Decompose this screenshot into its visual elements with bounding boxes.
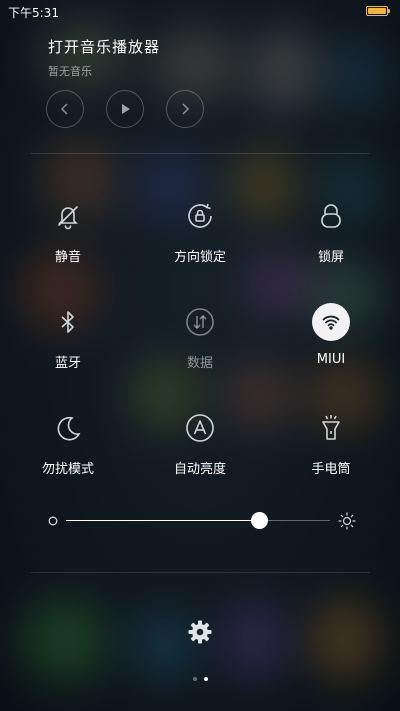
lock-icon [321, 204, 341, 228]
music-subtitle: 暂无音乐 [48, 65, 92, 78]
brightness-fill [66, 520, 259, 521]
toggle-auto-brightness[interactable]: 自动亮度 [145, 408, 255, 477]
battery-icon [366, 6, 390, 16]
next-icon [182, 103, 190, 115]
toggle-label: 自动亮度 [173, 462, 226, 477]
wifi-active-indicator [312, 303, 350, 341]
moon-icon [57, 416, 81, 441]
settings-button[interactable] [186, 618, 214, 646]
mobile-data-icon [186, 308, 214, 336]
music-widget[interactable]: 打开音乐播放器 暂无音乐 [48, 36, 160, 79]
toggle-label: 手电筒 [311, 462, 351, 477]
brightness-slider[interactable] [44, 510, 356, 532]
toggle-mobile-data[interactable]: 数据 [145, 302, 255, 371]
page-dot[interactable] [192, 677, 197, 681]
page-dot-active[interactable] [203, 677, 208, 681]
status-time: 下午5:31 [8, 6, 59, 20]
previous-button[interactable] [46, 90, 84, 128]
divider-top [30, 153, 370, 154]
toggle-label: 勿扰模式 [41, 462, 94, 477]
toggle-label: 锁屏 [317, 250, 344, 265]
wifi-icon [322, 315, 340, 330]
play-icon [122, 104, 130, 114]
music-controls [46, 90, 204, 128]
toggle-bluetooth[interactable]: 蓝牙 [13, 302, 123, 371]
next-button[interactable] [166, 90, 204, 128]
toggle-label: 方向锁定 [173, 250, 226, 265]
toggle-label: 数据 [186, 356, 213, 371]
toggle-do-not-disturb[interactable]: 勿扰模式 [13, 408, 123, 477]
toggle-label: MIUI [316, 352, 346, 367]
gear-icon [188, 620, 212, 644]
brightness-thumb[interactable] [250, 512, 268, 529]
toggle-lock-screen[interactable]: 锁屏 [276, 196, 386, 265]
previous-icon [60, 103, 68, 115]
toggle-wifi[interactable]: MIUI [276, 302, 386, 367]
flashlight-icon [322, 415, 340, 440]
toggle-rotation-lock[interactable]: 方向锁定 [145, 196, 255, 265]
brightness-track[interactable] [66, 512, 330, 529]
play-button[interactable] [106, 90, 144, 128]
bluetooth-icon [61, 311, 74, 333]
rotation-lock-icon [188, 203, 212, 228]
status-bar: 下午5:31 [0, 0, 400, 22]
toggle-label: 静音 [54, 250, 81, 265]
toggle-label: 蓝牙 [54, 356, 81, 371]
auto-brightness-icon [186, 414, 214, 442]
divider-bottom [30, 572, 370, 573]
brightness-low-icon [48, 516, 58, 526]
bell-off-icon [58, 206, 78, 230]
brightness-high-icon [338, 512, 356, 530]
music-title[interactable]: 打开音乐播放器 [48, 36, 160, 57]
toggle-silent[interactable]: 静音 [13, 196, 123, 265]
page-indicator [0, 677, 400, 681]
toggle-flashlight[interactable]: 手电筒 [276, 408, 386, 477]
